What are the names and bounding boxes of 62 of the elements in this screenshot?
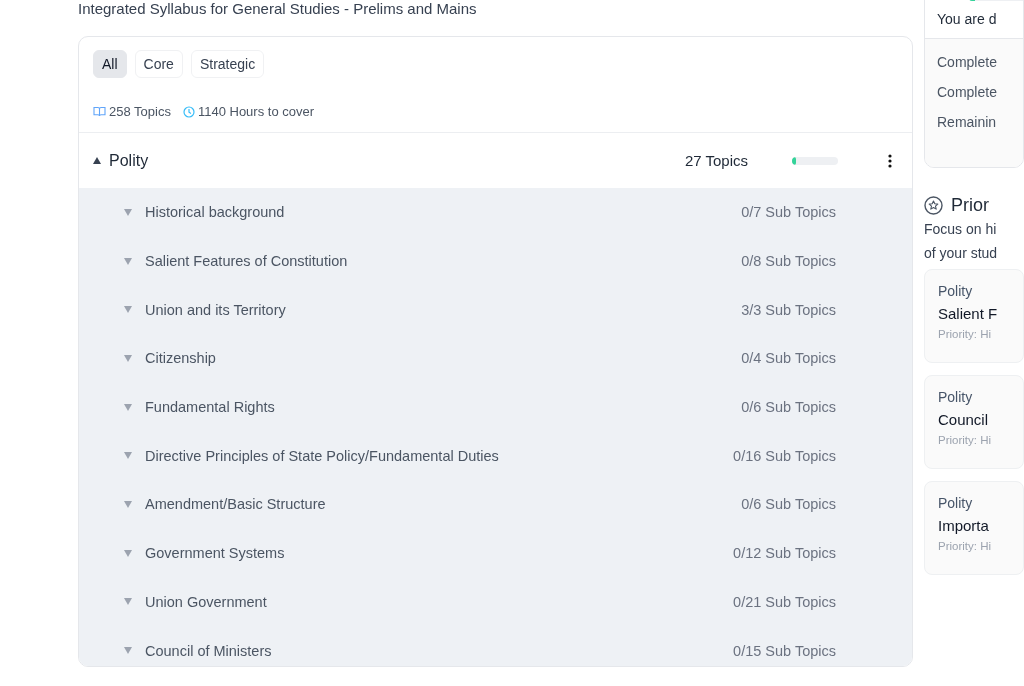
filter-tab[interactable]: Core (134, 50, 183, 78)
expand-arrow-icon[interactable] (124, 403, 132, 411)
subtopic-title[interactable]: Fundamental Rights (145, 399, 742, 416)
topic-title: Council (938, 411, 990, 428)
filter-tab[interactable]: All (93, 50, 127, 78)
expand-arrow-icon[interactable] (124, 598, 132, 606)
expand-arrow-icon[interactable] (124, 549, 132, 557)
expand-arrow-icon[interactable] (124, 354, 132, 362)
subject-label: Polity (938, 495, 974, 511)
priority-card[interactable]: Polity Importa Priority: Hi (924, 481, 1024, 575)
subject-label: Polity (938, 389, 974, 405)
progress-bar (792, 156, 838, 165)
expand-arrow-icon[interactable] (124, 208, 132, 216)
subtopic-count: 0/8 Sub Topics (741, 253, 836, 270)
clock-icon (182, 105, 195, 118)
subtopic-title[interactable]: Salient Features of Constitution (145, 253, 742, 270)
stat-label: Complete (937, 53, 998, 72)
section-title[interactable]: Polity (109, 151, 685, 170)
subtopic-count: 3/3 Sub Topics (741, 301, 836, 318)
priority-card[interactable]: Polity Salient F Priority: Hi (924, 269, 1024, 363)
expand-arrow-icon[interactable] (124, 257, 132, 265)
section-title: Prior (951, 195, 989, 216)
priority-label: Priority: Hi (938, 434, 993, 446)
subtopic-title[interactable]: Directive Principles of State Policy/Fundamental Duties (145, 447, 734, 464)
expand-arrow-icon[interactable] (124, 452, 132, 460)
stat-label: Complete (937, 83, 998, 102)
subtopic-title[interactable]: Government Systems (145, 545, 734, 562)
book-icon (93, 106, 106, 117)
hours-count: 1140 Hours to cover (197, 104, 315, 119)
priority-label: Priority: Hi (938, 328, 993, 340)
subtopic-count: 0/16 Sub Topics (733, 447, 836, 464)
collapse-arrow-icon[interactable] (93, 157, 101, 164)
expand-arrow-icon[interactable] (124, 647, 132, 655)
description-line: Focus on hi (924, 220, 998, 239)
description-line: of your stud (924, 244, 999, 263)
subtopic-count: 0/7 Sub Topics (741, 204, 836, 221)
filter-tab[interactable]: Strategic (190, 50, 265, 78)
subtopic-count: 0/6 Sub Topics (741, 496, 836, 513)
page-subtitle: Integrated Syllabus for General Studies - Prelims and Mains (78, 0, 478, 18)
expand-arrow-icon[interactable] (124, 500, 132, 508)
stat-label: Remainin (937, 113, 998, 132)
subtopic-count: 0/4 Sub Topics (741, 350, 836, 367)
subtopic-title[interactable]: Union Government (145, 593, 734, 610)
subtopic-title[interactable]: Council of Ministers (145, 642, 734, 659)
subtopic-title[interactable]: Union and its Territory (145, 301, 742, 318)
priority-card[interactable]: Polity Council Priority: Hi (924, 375, 1024, 469)
expand-arrow-icon[interactable] (124, 306, 132, 314)
subtopic-title[interactable]: Citizenship (145, 350, 742, 367)
topic-title: Salient F (938, 305, 999, 322)
subtopic-count: 0/21 Sub Topics (733, 593, 836, 610)
subject-label: Polity (938, 283, 974, 299)
star-badge-icon (924, 196, 943, 215)
subtopic-count: 0/6 Sub Topics (741, 399, 836, 416)
subtopic-count: 0/15 Sub Topics (733, 642, 836, 659)
subtopic-title[interactable]: Amendment/Basic Structure (145, 496, 742, 513)
more-options-icon[interactable] (886, 153, 894, 168)
topics-count: 258 Topics (109, 104, 171, 119)
topic-count: 27 Topics (684, 152, 748, 169)
priority-label: Priority: Hi (938, 540, 993, 552)
subtopic-count: 0/12 Sub Topics (733, 545, 836, 562)
topic-title: Importa (938, 517, 990, 534)
subtopic-title[interactable]: Historical background (145, 204, 742, 221)
